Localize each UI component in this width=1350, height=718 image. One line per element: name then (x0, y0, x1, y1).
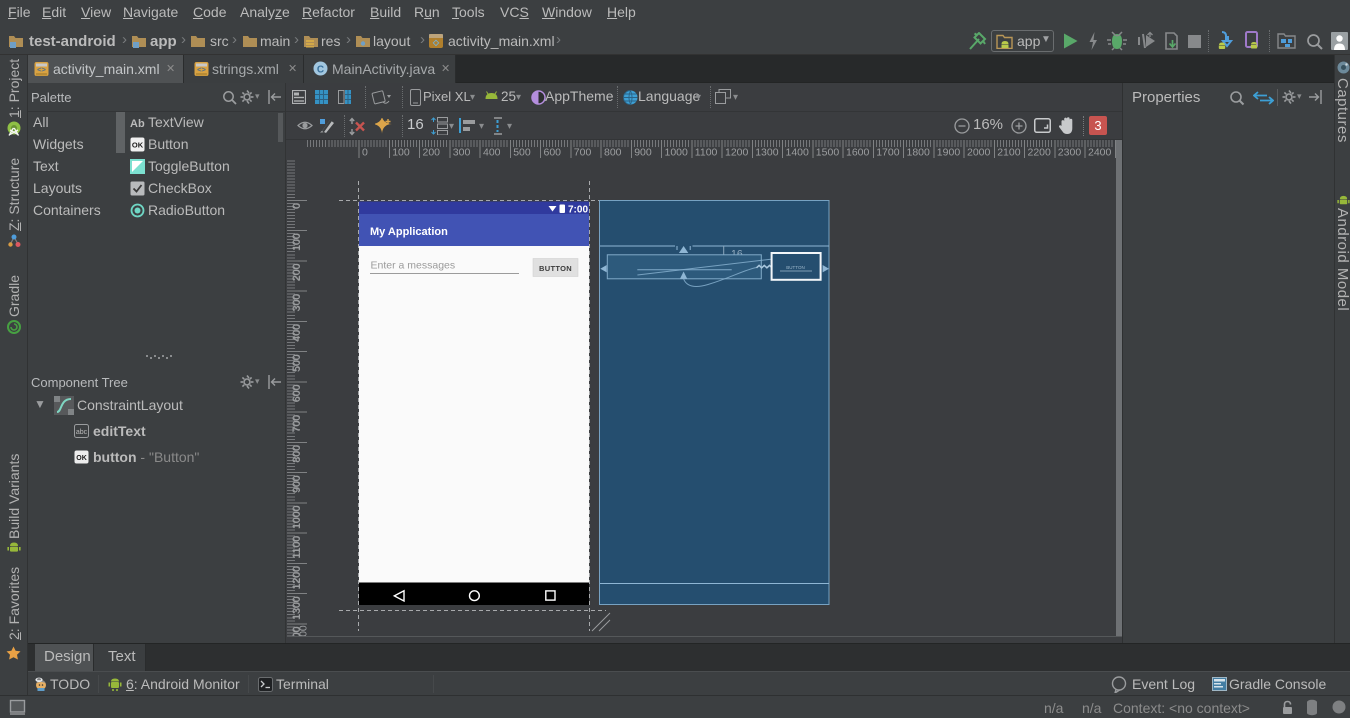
svg-text:1700: 1700 (876, 147, 900, 159)
svg-text:600: 600 (544, 147, 562, 159)
svg-text:OK: OK (76, 455, 87, 462)
svg-text:600: 600 (291, 384, 303, 402)
svg-text:700: 700 (291, 414, 303, 432)
svg-text:1500: 1500 (816, 147, 840, 159)
svg-text:1400: 1400 (786, 147, 810, 159)
svg-text:100: 100 (291, 233, 303, 251)
svg-text:<>: <> (37, 65, 46, 74)
svg-text:200: 200 (423, 147, 441, 159)
svg-text:2300: 2300 (1058, 147, 1082, 159)
svg-text:900: 900 (291, 475, 303, 493)
svg-text:500: 500 (513, 147, 531, 159)
svg-text:1600: 1600 (846, 147, 870, 159)
svg-text:1300: 1300 (291, 596, 303, 620)
svg-text:<>: <> (197, 65, 206, 74)
svg-text:500: 500 (291, 354, 303, 372)
svg-text:abc: abc (76, 429, 88, 436)
svg-text:2000: 2000 (967, 147, 991, 159)
svg-text:2100: 2100 (997, 147, 1021, 159)
svg-text:900: 900 (634, 147, 652, 159)
svg-text:BUTTON: BUTTON (786, 265, 804, 270)
svg-text:C: C (317, 65, 324, 76)
svg-text:0: 0 (362, 147, 368, 159)
svg-text:300: 300 (291, 293, 303, 311)
svg-text:1900: 1900 (937, 147, 961, 159)
svg-text:Ab: Ab (130, 118, 145, 130)
svg-text:BUTTON: BUTTON (539, 264, 572, 273)
svg-text:800: 800 (291, 445, 303, 463)
svg-text:7:00: 7:00 (568, 205, 588, 216)
svg-text:2200: 2200 (1028, 147, 1052, 159)
svg-text:0: 0 (291, 203, 303, 209)
svg-text:200: 200 (291, 263, 303, 281)
svg-text:OK: OK (132, 141, 144, 150)
svg-text:1000: 1000 (291, 505, 303, 529)
svg-text:1100: 1100 (291, 535, 303, 558)
svg-text:1300: 1300 (755, 147, 779, 159)
svg-text:◇: ◇ (432, 38, 440, 47)
svg-text:1000: 1000 (665, 147, 689, 159)
svg-text:1200: 1200 (725, 147, 749, 159)
svg-text:My Application: My Application (370, 226, 448, 238)
svg-text:Enter a messages: Enter a messages (371, 260, 456, 272)
svg-text:700: 700 (574, 147, 592, 159)
svg-text:800: 800 (604, 147, 622, 159)
svg-text:1800: 1800 (907, 147, 931, 159)
svg-text:400: 400 (483, 147, 501, 159)
svg-text:1200: 1200 (291, 566, 303, 590)
svg-text:100: 100 (392, 147, 410, 159)
svg-text:400: 400 (291, 324, 303, 342)
svg-text:300: 300 (453, 147, 471, 159)
svg-text:1100: 1100 (695, 147, 718, 159)
svg-text:2400: 2400 (1088, 147, 1112, 159)
